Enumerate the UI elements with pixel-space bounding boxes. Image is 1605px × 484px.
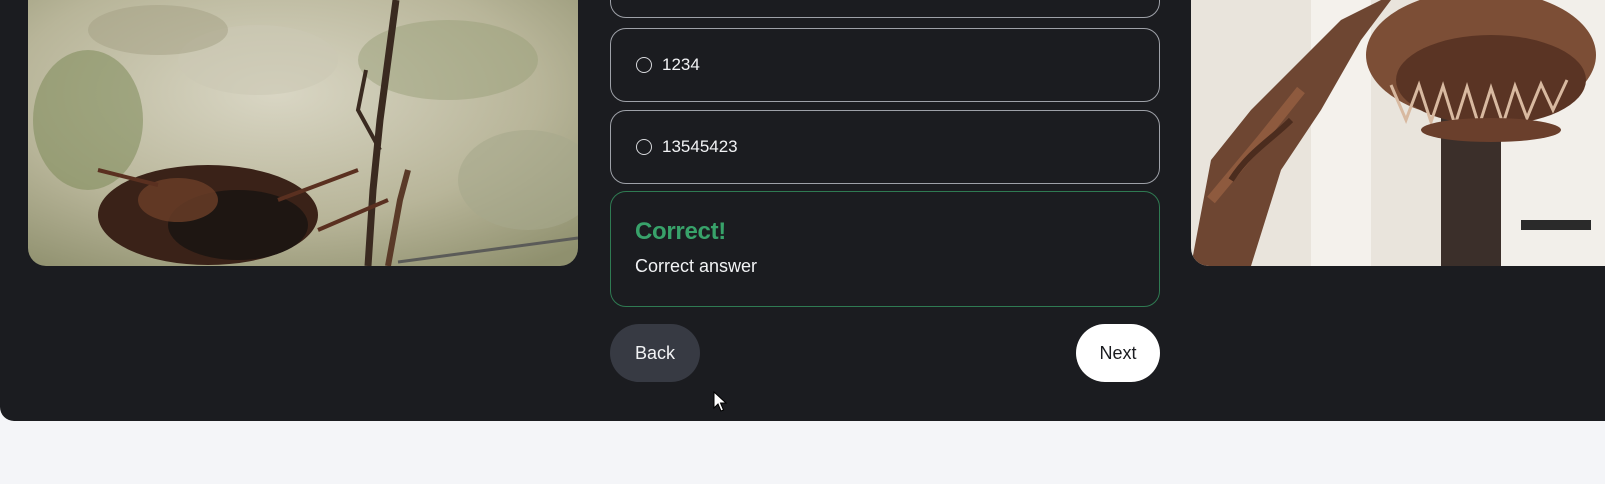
option-label: 13545423 — [662, 137, 738, 156]
radio-icon[interactable] — [636, 57, 652, 73]
answer-option[interactable]: 1234 — [610, 28, 1160, 102]
quiz-panel: 1234 13545423 Correct! Correct answer Ba… — [0, 0, 1605, 421]
dinosaur-skeleton-image — [1191, 0, 1605, 266]
answer-feedback: Correct! Correct answer — [610, 191, 1160, 307]
feedback-title: Correct! — [635, 218, 726, 245]
answer-option[interactable] — [610, 0, 1160, 18]
radio-icon[interactable] — [636, 139, 652, 155]
next-button[interactable]: Next — [1076, 324, 1160, 382]
answer-option[interactable]: 13545423 — [610, 110, 1160, 184]
option-label: 1234 — [662, 55, 700, 74]
mouse-cursor-icon — [713, 391, 727, 412]
back-button[interactable]: Back — [610, 324, 700, 382]
lichen-bark-image — [28, 0, 578, 266]
feedback-text: Correct answer — [635, 256, 758, 276]
